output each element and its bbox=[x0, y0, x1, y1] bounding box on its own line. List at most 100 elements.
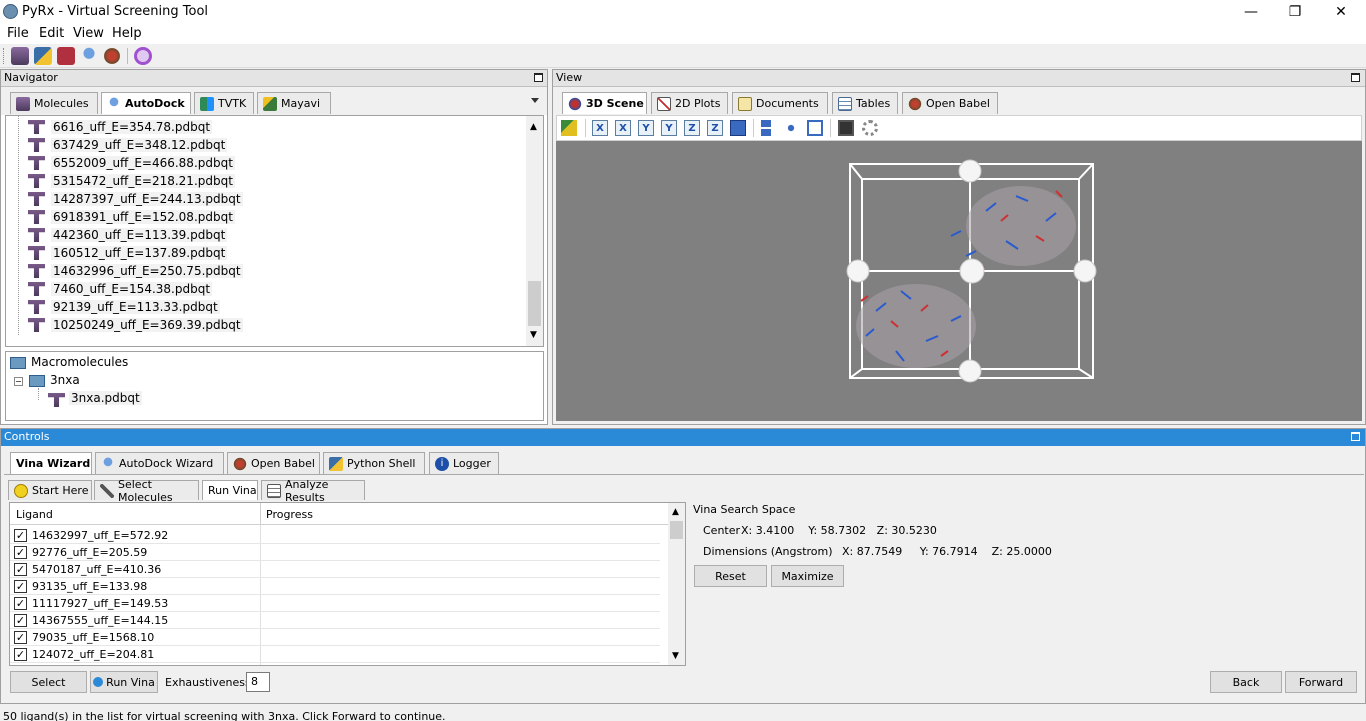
table-row[interactable]: ✓ 5470187_uff_E=410.36 bbox=[10, 561, 660, 578]
minimize-button[interactable]: — bbox=[1228, 0, 1274, 24]
tab-vina-wizard[interactable]: Vina Wizard bbox=[10, 452, 92, 474]
exhaustiveness-input[interactable]: 8 bbox=[246, 672, 270, 692]
subtab-start-here[interactable]: Start Here bbox=[8, 480, 92, 500]
list-item[interactable]: 92139_uff_E=113.33.pdbqt bbox=[28, 298, 220, 316]
settings-icon[interactable] bbox=[862, 120, 878, 136]
tab-documents[interactable]: Documents bbox=[732, 92, 828, 114]
list-item[interactable]: 6552009_uff_E=466.88.pdbqt bbox=[28, 154, 235, 172]
scroll-thumb[interactable] bbox=[528, 281, 541, 326]
table-row[interactable]: ✓ 93135_uff_E=133.98 bbox=[10, 578, 660, 595]
select-button[interactable]: Select bbox=[10, 671, 87, 693]
python-icon[interactable] bbox=[34, 47, 52, 65]
scroll-down-icon[interactable]: ▼ bbox=[672, 651, 679, 661]
table-row[interactable]: ✓ 11117927_uff_E=149.53 bbox=[10, 595, 660, 612]
view-maximize-icon[interactable] bbox=[1351, 73, 1360, 82]
save-icon[interactable] bbox=[838, 120, 854, 136]
run-vina-button[interactable]: Run Vina bbox=[90, 671, 158, 693]
menu-view[interactable]: View bbox=[73, 26, 104, 41]
list-item[interactable]: 6616_uff_E=354.78.pdbqt bbox=[28, 118, 213, 136]
row-checkbox[interactable]: ✓ bbox=[14, 648, 27, 661]
ligand-icon[interactable] bbox=[11, 47, 29, 65]
menu-file[interactable]: File bbox=[7, 26, 29, 41]
reset-button[interactable]: Reset bbox=[694, 565, 767, 587]
scroll-up-icon[interactable]: ▲ bbox=[672, 507, 679, 517]
navigator-maximize-icon[interactable] bbox=[534, 73, 543, 82]
tab-3d-scene[interactable]: 3D Scene bbox=[562, 92, 647, 114]
row-checkbox[interactable]: ✓ bbox=[14, 631, 27, 644]
list-item[interactable]: 14632996_uff_E=250.75.pdbqt bbox=[28, 262, 243, 280]
tab-mayavi[interactable]: Mayavi bbox=[257, 92, 331, 114]
tab-logger[interactable]: i Logger bbox=[429, 452, 499, 474]
subtab-select-molecules[interactable]: Select Molecules bbox=[94, 478, 199, 504]
full-screen-icon[interactable] bbox=[807, 120, 823, 136]
table-row[interactable]: ✓ 79035_uff_E=1568.10 bbox=[10, 629, 660, 646]
table-scrollbar[interactable]: ▲ ▼ bbox=[668, 503, 685, 665]
row-checkbox[interactable]: ✓ bbox=[14, 546, 27, 559]
view-header: View bbox=[553, 70, 1365, 87]
isometric-view-icon[interactable] bbox=[730, 120, 746, 136]
clear-icon[interactable] bbox=[134, 47, 152, 65]
table-row[interactable]: ✓ 124072_uff_E=204.81 bbox=[10, 646, 660, 663]
menu-edit[interactable]: Edit bbox=[39, 26, 64, 41]
close-button[interactable]: ✕ bbox=[1318, 0, 1364, 24]
view-x-pos-button[interactable]: X bbox=[592, 120, 608, 136]
mayavi-icon[interactable] bbox=[561, 120, 577, 136]
molecule-icon bbox=[48, 393, 65, 407]
subtab-run-vina[interactable]: Run Vina bbox=[202, 480, 258, 500]
subtab-analyze-results[interactable]: Analyze Results bbox=[261, 478, 365, 504]
list-item[interactable]: 442360_uff_E=113.39.pdbqt bbox=[28, 226, 228, 244]
table-row[interactable]: ✓ 14632997_uff_E=572.92 bbox=[10, 527, 660, 544]
parallel-projection-icon[interactable] bbox=[761, 120, 771, 136]
openbabel-icon[interactable] bbox=[103, 47, 121, 65]
view-x-neg-button[interactable]: X bbox=[615, 120, 631, 136]
table-row[interactable]: ✓ 14367555_uff_E=144.15 bbox=[10, 612, 660, 629]
list-item[interactable]: 5315472_uff_E=218.21.pdbqt bbox=[28, 172, 235, 190]
row-checkbox[interactable]: ✓ bbox=[14, 597, 27, 610]
collapse-icon[interactable]: − bbox=[14, 377, 23, 386]
table-row[interactable]: ✓ 92776_uff_E=205.59 bbox=[10, 544, 660, 561]
scroll-down-icon[interactable]: ▼ bbox=[530, 330, 537, 340]
list-item[interactable]: 160512_uff_E=137.89.pdbqt bbox=[28, 244, 228, 262]
macromolecule-file[interactable]: 3nxa.pdbqt bbox=[69, 391, 142, 405]
column-progress[interactable]: Progress bbox=[266, 508, 313, 521]
row-checkbox[interactable]: ✓ bbox=[14, 614, 27, 627]
navigator-title: Navigator bbox=[4, 71, 58, 84]
view-y-pos-button[interactable]: Y bbox=[638, 120, 654, 136]
tab-molecules[interactable]: Molecules bbox=[10, 92, 98, 114]
menu-help[interactable]: Help bbox=[112, 26, 142, 41]
scroll-thumb[interactable] bbox=[670, 521, 683, 539]
tab-tvtk[interactable]: TVTK bbox=[194, 92, 254, 114]
tab-python-shell[interactable]: Python Shell bbox=[323, 452, 425, 474]
view-z-neg-button[interactable]: Z bbox=[707, 120, 723, 136]
tab-2d-plots[interactable]: 2D Plots bbox=[651, 92, 728, 114]
list-item[interactable]: 637429_uff_E=348.12.pdbqt bbox=[28, 136, 228, 154]
ligand-scrollbar[interactable]: ▲ ▼ bbox=[526, 116, 543, 346]
list-item[interactable]: 14287397_uff_E=244.13.pdbqt bbox=[28, 190, 243, 208]
macromolecule-name[interactable]: 3nxa bbox=[50, 373, 80, 387]
controls-maximize-icon[interactable] bbox=[1351, 432, 1360, 441]
row-checkbox[interactable]: ✓ bbox=[14, 529, 27, 542]
tab-autodock[interactable]: AutoDock bbox=[101, 92, 191, 114]
3d-scene-canvas[interactable] bbox=[556, 141, 1362, 421]
tab-open-babel[interactable]: Open Babel bbox=[902, 92, 998, 114]
list-item[interactable]: 10250249_uff_E=369.39.pdbqt bbox=[28, 316, 243, 334]
scroll-up-icon[interactable]: ▲ bbox=[530, 122, 537, 132]
tab-tables[interactable]: Tables bbox=[832, 92, 898, 114]
view-z-pos-button[interactable]: Z bbox=[684, 120, 700, 136]
tab-autodock-wizard[interactable]: AutoDock Wizard bbox=[95, 452, 224, 474]
axes-icon[interactable] bbox=[783, 120, 799, 136]
maximize-button[interactable]: Maximize bbox=[771, 565, 844, 587]
tab-open-babel-controls[interactable]: Open Babel bbox=[227, 452, 320, 474]
tabs-dropdown-icon[interactable] bbox=[531, 98, 539, 103]
row-checkbox[interactable]: ✓ bbox=[14, 563, 27, 576]
view-y-neg-button[interactable]: Y bbox=[661, 120, 677, 136]
row-checkbox[interactable]: ✓ bbox=[14, 580, 27, 593]
maximize-button[interactable]: ❐ bbox=[1272, 0, 1318, 24]
list-item[interactable]: 6918391_uff_E=152.08.pdbqt bbox=[28, 208, 235, 226]
autodock-icon[interactable] bbox=[80, 47, 98, 65]
column-ligand[interactable]: Ligand bbox=[16, 508, 53, 521]
forward-button[interactable]: Forward bbox=[1285, 671, 1357, 693]
molecule-icon[interactable] bbox=[57, 47, 75, 65]
back-button[interactable]: Back bbox=[1210, 671, 1282, 693]
list-item[interactable]: 7460_uff_E=154.38.pdbqt bbox=[28, 280, 213, 298]
